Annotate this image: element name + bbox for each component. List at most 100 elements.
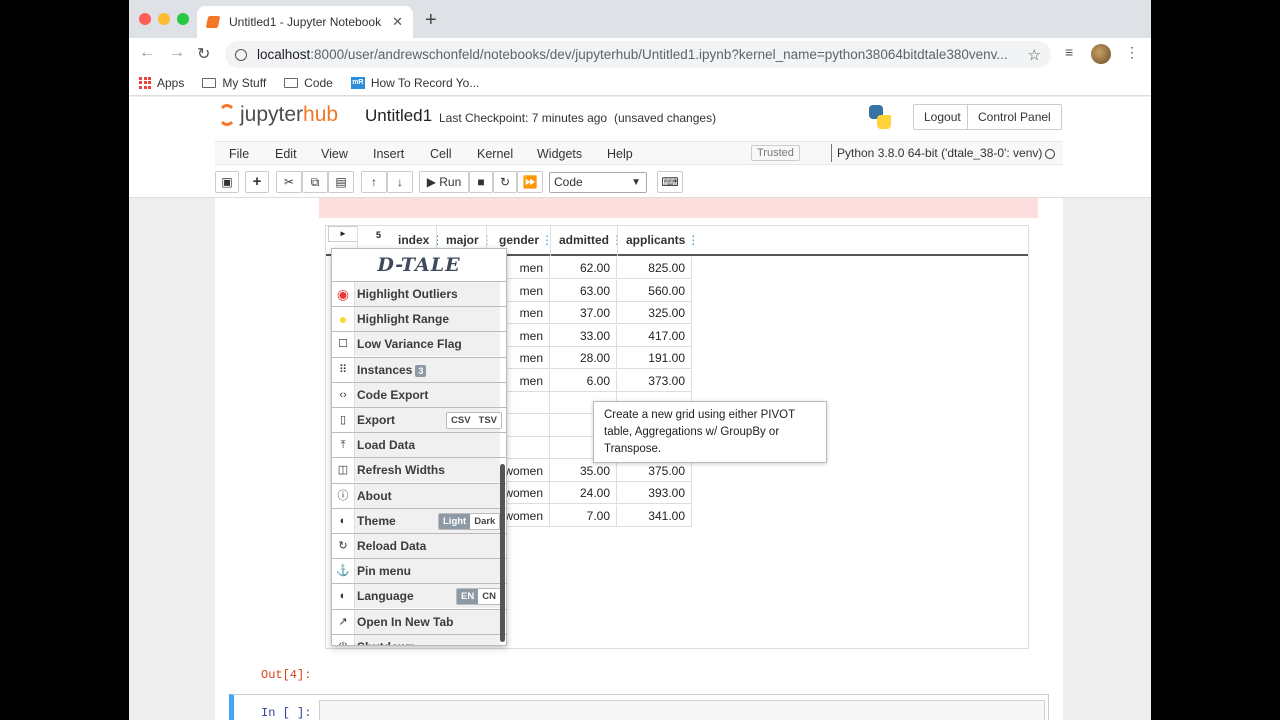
- menu-cell[interactable]: Cell: [430, 147, 452, 161]
- menu-edit[interactable]: Edit: [275, 147, 297, 161]
- tab-title: Untitled1 - Jupyter Notebook: [229, 15, 382, 29]
- code-icon: ‹›: [332, 382, 354, 407]
- bookmark-code[interactable]: Code: [284, 76, 333, 90]
- address-bar[interactable]: localhost:8000/user/andrewschonfeld/note…: [225, 41, 1051, 68]
- back-icon[interactable]: ←: [139, 44, 155, 62]
- media-queue-icon[interactable]: ≡: [1065, 44, 1073, 60]
- close-tab-icon[interactable]: ✕: [392, 14, 403, 30]
- column-header-gender[interactable]: gender ⋮: [499, 233, 553, 247]
- copy-icon[interactable]: ⧉: [302, 171, 328, 193]
- new-tab-button[interactable]: +: [425, 9, 437, 32]
- reload-icon[interactable]: ↻: [197, 44, 210, 64]
- cell-applicants[interactable]: 393.00: [617, 482, 692, 504]
- cut-icon[interactable]: ✂: [276, 171, 302, 193]
- maximize-window-button[interactable]: [177, 13, 189, 25]
- info-icon[interactable]: [235, 48, 247, 61]
- menu-item-language[interactable]: ◐ Language EN CN: [332, 583, 506, 609]
- move-up-icon[interactable]: ↑: [361, 171, 387, 193]
- bookmark-star-icon[interactable]: ☆: [1028, 46, 1041, 64]
- menu-item-highlight-outliers[interactable]: ◉ Highlight Outliers: [332, 281, 506, 306]
- menu-item-reload-data[interactable]: ↻ Reload Data: [332, 533, 506, 558]
- menu-item-highlight-range[interactable]: ● Highlight Range: [332, 306, 506, 332]
- cell-applicants[interactable]: 560.00: [617, 279, 692, 302]
- language-option-en[interactable]: EN: [457, 589, 479, 605]
- cell-applicants[interactable]: 325.00: [617, 302, 692, 324]
- keyboard-icon[interactable]: ⌨: [657, 171, 683, 193]
- cell-applicants[interactable]: 825.00: [617, 257, 692, 279]
- jupyter-header: jupyter hub Untitled1 Last Checkpoint: 7 …: [129, 97, 1151, 198]
- menu-item-code-export[interactable]: ‹› Code Export: [332, 381, 506, 407]
- cell-applicants[interactable]: 341.00: [617, 504, 692, 527]
- menu-file[interactable]: File: [229, 147, 249, 161]
- menu-toggle-icon[interactable]: ►: [328, 226, 358, 242]
- bookmark-how-to-record[interactable]: mR How To Record Yo...: [350, 76, 479, 90]
- cell-admitted[interactable]: 7.00: [550, 504, 617, 527]
- jupyterhub-logo[interactable]: jupyter hub: [218, 103, 338, 127]
- cell-type-select[interactable]: Code ▼: [549, 172, 647, 193]
- menu-help[interactable]: Help: [607, 147, 633, 161]
- theme-option-light[interactable]: Light: [439, 513, 471, 529]
- theme-option-dark[interactable]: Dark: [470, 513, 500, 529]
- menu-item-refresh-widths[interactable]: ◫ Refresh Widths: [332, 457, 506, 483]
- menu-item-theme[interactable]: ◐ Theme Light Dark: [332, 507, 506, 533]
- paste-icon[interactable]: ▤: [328, 171, 354, 193]
- menu-widgets[interactable]: Widgets: [537, 147, 582, 161]
- restart-icon[interactable]: ↻: [493, 171, 517, 193]
- menu-item-shutdown[interactable]: ⏻Shutdown: [332, 633, 506, 645]
- menu-item-pin-menu[interactable]: ⚓ Pin menu: [332, 558, 506, 584]
- menu-item-export[interactable]: ▯ Export CSV TSV: [332, 407, 506, 432]
- move-down-icon[interactable]: ↓: [387, 171, 413, 193]
- range-icon: ●: [332, 307, 354, 332]
- address-bar-row: ← → ↻ localhost:8000/user/andrewschonfel…: [129, 38, 1151, 70]
- cell-applicants[interactable]: 373.00: [617, 369, 692, 392]
- cell-applicants[interactable]: 191.00: [617, 347, 692, 369]
- menu-item-about[interactable]: ⓘ About: [332, 482, 506, 508]
- cell-admitted[interactable]: 37.00: [550, 302, 617, 324]
- logout-button[interactable]: Logout: [913, 104, 972, 130]
- cell-admitted[interactable]: 28.00: [550, 347, 617, 369]
- column-header-admitted[interactable]: admitted⋮: [559, 233, 623, 247]
- menu-insert[interactable]: Insert: [373, 147, 404, 161]
- language-option-cn[interactable]: CN: [478, 589, 500, 605]
- bookmark-my-stuff[interactable]: My Stuff: [202, 76, 266, 90]
- menu-scrollbar[interactable]: [500, 464, 505, 642]
- instances-count-badge: 3: [415, 364, 427, 377]
- profile-avatar[interactable]: [1091, 44, 1111, 64]
- menu-item-instances[interactable]: ⠿ Instances 3: [332, 356, 506, 382]
- insert-cell-button[interactable]: +: [245, 171, 269, 193]
- kernel-name[interactable]: Python 3.8.0 64-bit ('dtale_38-0': venv): [831, 144, 1042, 162]
- stderr-output: [319, 198, 1038, 218]
- dtale-main-menu: D-TALE ◉ Highlight Outliers ● Highlight Ran…: [331, 248, 507, 646]
- forward-icon[interactable]: →: [169, 44, 185, 62]
- notebook-name[interactable]: Untitled1: [365, 106, 432, 126]
- save-icon[interactable]: ▣: [215, 171, 239, 193]
- url-text[interactable]: localhost:8000/user/andrewschonfeld/note…: [257, 47, 1028, 62]
- bookmark-apps[interactable]: Apps: [139, 76, 184, 90]
- minimize-window-button[interactable]: [158, 13, 170, 25]
- browser-tab[interactable]: Untitled1 - Jupyter Notebook ✕: [197, 6, 413, 38]
- run-button[interactable]: ▶ Run: [419, 171, 469, 193]
- control-panel-button[interactable]: Control Panel: [967, 104, 1062, 130]
- export-option-tsv[interactable]: TSV: [474, 413, 502, 428]
- close-window-button[interactable]: [139, 13, 151, 25]
- kebab-menu-icon[interactable]: ⋮: [1125, 44, 1139, 61]
- cell-admitted[interactable]: 63.00: [550, 279, 617, 302]
- export-option-csv[interactable]: CSV: [447, 413, 475, 428]
- menu-view[interactable]: View: [321, 147, 348, 161]
- menu-kernel[interactable]: Kernel: [477, 147, 513, 161]
- menu-item-load-data[interactable]: ⤒ Load Data: [332, 432, 506, 458]
- column-header-applicants[interactable]: applicants ⋮: [626, 233, 699, 247]
- menu-item-label: Highlight Outliers: [357, 287, 458, 301]
- cell-admitted[interactable]: 6.00: [550, 369, 617, 392]
- cell-admitted[interactable]: 33.00: [550, 324, 617, 347]
- menu-item-low-variance-flag[interactable]: ☐ Low Variance Flag: [332, 331, 506, 357]
- stop-icon[interactable]: ■: [469, 171, 493, 193]
- menu-item-open-in-new-tab[interactable]: ↗ Open In New Tab: [332, 608, 506, 634]
- fast-forward-icon[interactable]: ⏩: [517, 171, 543, 193]
- trusted-indicator[interactable]: Trusted: [751, 145, 800, 161]
- cell-admitted[interactable]: 24.00: [550, 482, 617, 504]
- code-input[interactable]: [319, 700, 1045, 720]
- cell-applicants[interactable]: 417.00: [617, 324, 692, 347]
- cell-admitted[interactable]: 62.00: [550, 257, 617, 279]
- chevron-down-icon: ▼: [631, 177, 641, 188]
